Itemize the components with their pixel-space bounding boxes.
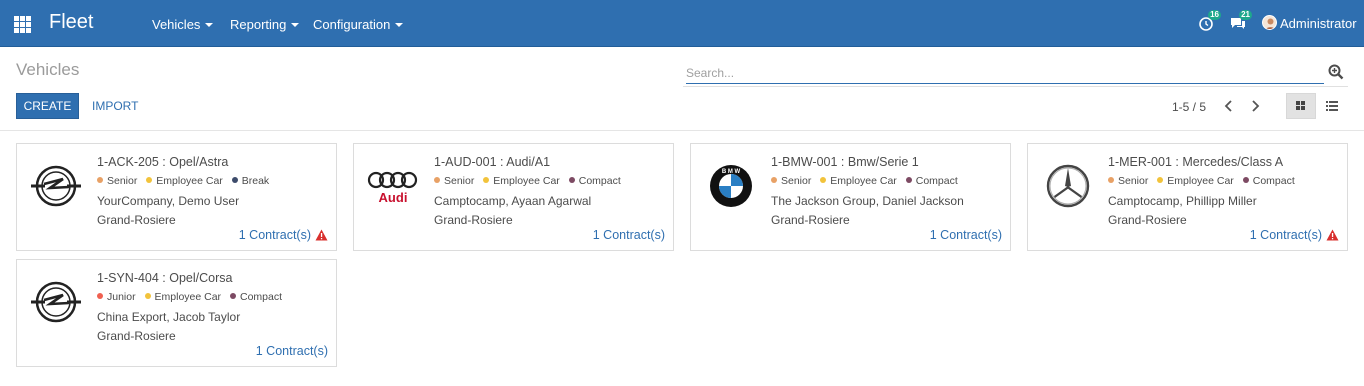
- top-navbar: Fleet Vehicles Reporting Configuration 1…: [0, 0, 1364, 47]
- contracts-link[interactable]: 1 Contract(s): [930, 228, 1002, 242]
- tag-compact: Compact: [905, 175, 958, 187]
- menu-vehicles-label: Vehicles: [152, 17, 201, 32]
- menu-configuration-label: Configuration: [313, 17, 391, 32]
- vehicle-card[interactable]: 1-SYN-404 : Opel/Corsa Junior Employee C…: [16, 259, 337, 367]
- vehicle-title: 1-MER-001 : Mercedes/Class A: [1108, 155, 1284, 169]
- tag-senior: Senior: [771, 175, 811, 187]
- user-avatar[interactable]: [1262, 15, 1277, 30]
- vehicle-title: 1-BMW-001 : Bmw/Serie 1: [771, 155, 919, 169]
- app-brand: Fleet: [49, 11, 94, 33]
- tag-employee-car: Employee Car: [483, 175, 560, 187]
- search-zoom-icon[interactable]: [1328, 64, 1344, 80]
- tag-employee-car: Employee Car: [146, 175, 223, 187]
- tag-break: Break: [231, 175, 269, 187]
- pager-value[interactable]: 1-5 / 5: [1172, 100, 1206, 114]
- vehicle-tags: Junior Employee Car Compact: [97, 291, 288, 303]
- menu-reporting[interactable]: Reporting: [230, 17, 300, 32]
- pager-next-icon[interactable]: [1247, 98, 1263, 114]
- page-title: Vehicles: [16, 60, 80, 79]
- menu-reporting-label: Reporting: [230, 17, 287, 32]
- control-panel-divider: [0, 130, 1364, 131]
- menu-vehicles[interactable]: Vehicles: [152, 17, 214, 32]
- tag-senior: Senior: [1108, 175, 1148, 187]
- contracts-link[interactable]: 1 Contract(s): [239, 228, 328, 244]
- contracts-link[interactable]: 1 Contract(s): [593, 228, 665, 242]
- caret-down-icon: [291, 23, 300, 27]
- activity-badge: 16: [1208, 10, 1221, 20]
- vehicle-owner: Camptocamp, Phillipp Miller: [1108, 194, 1257, 208]
- tag-employee-car: Employee Car: [1157, 175, 1234, 187]
- vehicle-location: Grand-Rosiere: [434, 213, 513, 227]
- tag-junior: Junior: [97, 291, 136, 303]
- apps-grid-icon[interactable]: [14, 16, 31, 33]
- vehicle-title: 1-ACK-205 : Opel/Astra: [97, 155, 229, 169]
- vehicle-card[interactable]: Audi 1-AUD-001 : Audi/A1 Senior Employee…: [353, 143, 674, 251]
- contracts-link[interactable]: 1 Contract(s): [256, 344, 328, 358]
- tag-employee-car: Employee Car: [144, 291, 221, 303]
- vehicle-owner: China Export, Jacob Taylor: [97, 310, 241, 324]
- vehicle-card[interactable]: 1-ACK-205 : Opel/Astra Senior Employee C…: [16, 143, 337, 251]
- vehicle-location: Grand-Rosiere: [97, 329, 176, 343]
- vehicle-owner: Camptocamp, Ayaan Agarwal: [434, 194, 592, 208]
- vehicle-location: Grand-Rosiere: [771, 213, 850, 227]
- list-view-icon[interactable]: [1318, 93, 1346, 119]
- vehicle-owner: YourCompany, Demo User: [97, 194, 240, 208]
- svg-text:B M W: B M W: [722, 169, 741, 175]
- vehicle-card[interactable]: 1-MER-001 : Mercedes/Class A Senior Empl…: [1027, 143, 1348, 251]
- tag-employee-car: Employee Car: [820, 175, 897, 187]
- vehicle-tags: Senior Employee Car Compact: [1108, 175, 1301, 187]
- tag-senior: Senior: [434, 175, 474, 187]
- pager-previous-icon[interactable]: [1221, 98, 1237, 114]
- opel-logo-icon: [27, 162, 85, 210]
- vehicle-tags: Senior Employee Car Break: [97, 175, 275, 187]
- warning-icon: [1326, 229, 1339, 244]
- activity-clock-icon[interactable]: 16: [1198, 10, 1221, 33]
- user-menu[interactable]: Administrator: [1280, 16, 1357, 31]
- opel-logo-icon: [27, 278, 85, 326]
- caret-down-icon: [395, 23, 404, 27]
- bmw-logo-icon: B M W: [701, 162, 759, 210]
- tag-compact: Compact: [568, 175, 621, 187]
- tag-compact: Compact: [229, 291, 282, 303]
- kanban-view-icon[interactable]: [1286, 93, 1316, 119]
- vehicle-location: Grand-Rosiere: [1108, 213, 1187, 227]
- search-bar: [683, 59, 1348, 87]
- vehicle-tags: Senior Employee Car Compact: [434, 175, 627, 187]
- vehicle-owner: The Jackson Group, Daniel Jackson: [771, 194, 964, 208]
- audi-logo-icon: Audi: [364, 162, 422, 210]
- menu-configuration[interactable]: Configuration: [313, 17, 404, 32]
- svg-text:Audi: Audi: [379, 190, 408, 205]
- mercedes-logo-icon: [1038, 162, 1096, 210]
- tag-compact: Compact: [1242, 175, 1295, 187]
- import-button[interactable]: IMPORT: [92, 99, 138, 113]
- caret-down-icon: [205, 23, 214, 27]
- vehicle-card[interactable]: B M W 1-BMW-001 : Bmw/Serie 1 Senior Emp…: [690, 143, 1011, 251]
- warning-icon: [315, 229, 328, 244]
- vehicle-location: Grand-Rosiere: [97, 213, 176, 227]
- messages-badge: 21: [1239, 10, 1252, 20]
- create-button[interactable]: CREATE: [16, 93, 79, 119]
- messages-chat-icon[interactable]: 21: [1229, 10, 1252, 33]
- contracts-link[interactable]: 1 Contract(s): [1250, 228, 1339, 244]
- tag-senior: Senior: [97, 175, 137, 187]
- vehicle-title: 1-SYN-404 : Opel/Corsa: [97, 271, 233, 285]
- search-input[interactable]: [686, 62, 1324, 84]
- vehicle-title: 1-AUD-001 : Audi/A1: [434, 155, 551, 169]
- vehicle-tags: Senior Employee Car Compact: [771, 175, 964, 187]
